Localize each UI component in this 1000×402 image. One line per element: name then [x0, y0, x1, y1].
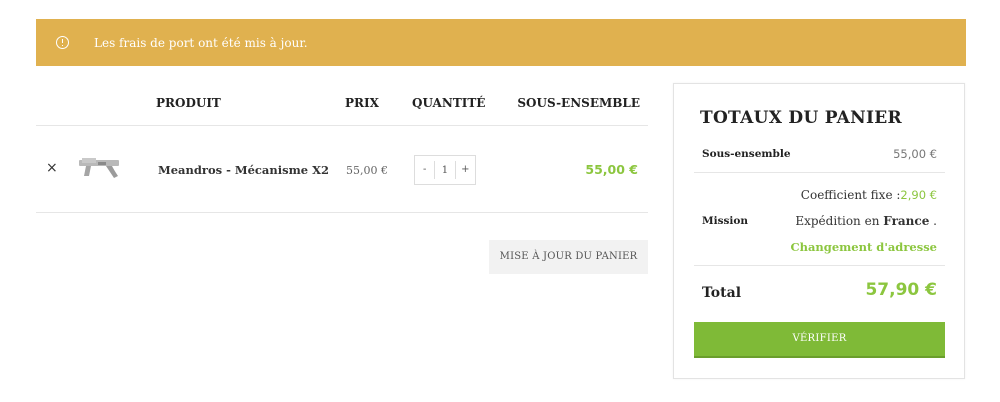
- cart-table-header: PRODUIT PRIX QUANTITÉ SOUS-ENSEMBLE: [36, 96, 648, 126]
- total-label: Total: [702, 285, 742, 301]
- notice-text: Les frais de port ont été mis à jour.: [94, 35, 308, 50]
- product-price: 55,00 €: [346, 164, 388, 177]
- cart-totals-panel: TOTAUX DU PANIER Sous-ensemble 55,00 € M…: [673, 83, 965, 379]
- shipping-to-prefix: Expédition en: [795, 214, 880, 228]
- shipping-destination: Expédition en France .: [795, 214, 937, 228]
- table-row: × Meandros - Mécanisme X2 55,00 € - 1 + …: [36, 127, 648, 213]
- product-thumbnail[interactable]: [76, 154, 126, 182]
- shipping-country: France: [883, 214, 930, 228]
- info-icon: [56, 36, 69, 49]
- quantity-input[interactable]: 1: [435, 165, 454, 176]
- notice-banner: Les frais de port ont été mis à jour.: [36, 19, 966, 66]
- product-name-link[interactable]: Meandros - Mécanisme X2: [158, 163, 329, 177]
- subtotal-value: 55,00 €: [893, 147, 937, 161]
- header-subtotal: SOUS-ENSEMBLE: [517, 96, 640, 110]
- totals-shipping-row: Mission Coefficient fixe :2,90 € Expédit…: [694, 174, 945, 266]
- shipping-label: Mission: [702, 215, 749, 227]
- shipping-to-suffix: .: [933, 214, 937, 228]
- header-quantity: QUANTITÉ: [412, 96, 486, 110]
- quantity-increase-button[interactable]: +: [454, 161, 475, 179]
- shipping-method-label: Coefficient fixe :: [800, 188, 901, 202]
- totals-subtotal-row: Sous-ensemble 55,00 €: [694, 139, 945, 173]
- subtotal-label: Sous-ensemble: [702, 148, 791, 160]
- remove-item-icon[interactable]: ×: [46, 160, 58, 176]
- update-cart-button[interactable]: MISE À JOUR DU PANIER: [489, 240, 648, 274]
- shipping-cost: 2,90 €: [900, 188, 937, 202]
- change-address-link[interactable]: Changement d'adresse: [790, 240, 937, 254]
- totals-total-row: Total 57,90 €: [694, 267, 945, 317]
- quantity-stepper: - 1 +: [414, 155, 476, 185]
- header-product: PRODUIT: [156, 96, 221, 110]
- quantity-decrease-button[interactable]: -: [415, 161, 436, 179]
- checkout-button[interactable]: VÉRIFIER: [694, 322, 945, 358]
- totals-title: TOTAUX DU PANIER: [700, 108, 902, 128]
- row-subtotal: 55,00 €: [585, 162, 638, 177]
- shipping-method[interactable]: Coefficient fixe :2,90 €: [801, 188, 937, 202]
- header-price: PRIX: [345, 96, 379, 110]
- total-value: 57,90 €: [865, 280, 937, 300]
